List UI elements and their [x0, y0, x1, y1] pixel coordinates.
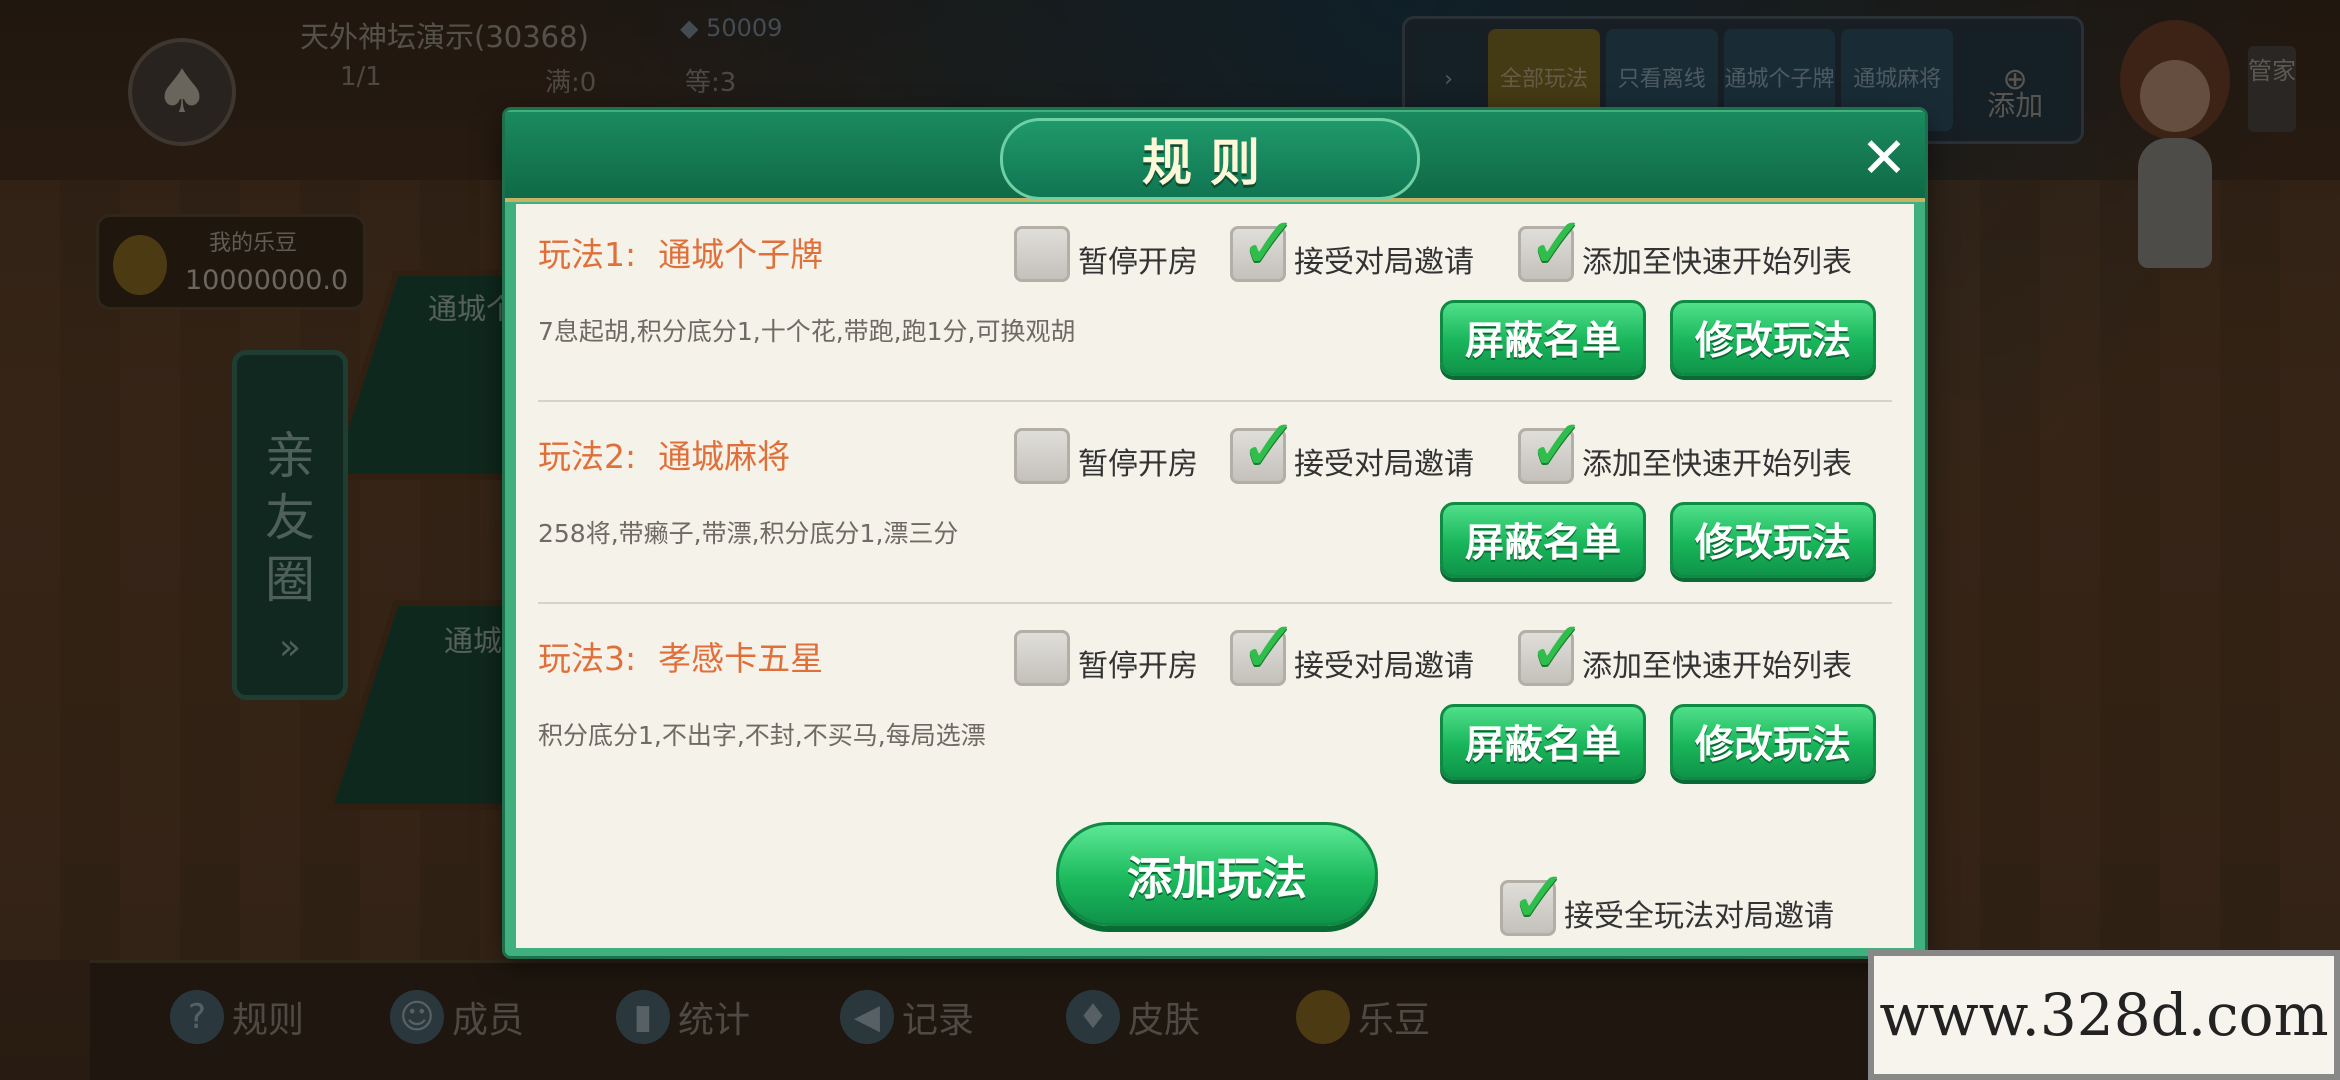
checkmark-icon: ✓ — [1527, 201, 1588, 285]
rule-description: 积分底分1,不出字,不封,不买马,每局选漂 — [538, 721, 986, 750]
modal-title: 规则 — [1142, 134, 1278, 192]
modal-body: 玩法1: 通城个子牌 暂停开房 ✓ 接受对局邀请 ✓ 添加至快速开始列表 7息起胡… — [516, 204, 1914, 948]
rule-game-name: 通城麻将 — [658, 437, 791, 476]
checkbox-box[interactable]: ✓ — [1500, 861, 1569, 936]
accept-invite-checkbox[interactable]: ✓ 接受对局邀请 — [1230, 207, 1474, 282]
rule-title: 玩法2: 通城麻将 — [538, 430, 790, 478]
checkbox-box[interactable]: ✓ — [1230, 409, 1299, 484]
quick-start-label: 添加至快速开始列表 — [1582, 245, 1852, 280]
edit-rule-button[interactable]: 修改玩法 — [1670, 704, 1876, 780]
edit-rule-button[interactable]: 修改玩法 — [1670, 502, 1876, 578]
quick-start-checkbox[interactable]: ✓ 添加至快速开始列表 — [1518, 611, 1852, 686]
divider — [538, 400, 1892, 402]
pause-room-checkbox[interactable]: 暂停开房 — [1014, 428, 1198, 484]
checkmark-icon: ✓ — [1239, 201, 1300, 285]
pause-room-checkbox[interactable]: 暂停开房 — [1014, 226, 1198, 282]
accept-all-invite-label: 接受全玩法对局邀请 — [1564, 899, 1834, 934]
accept-invite-label: 接受对局邀请 — [1294, 447, 1474, 482]
checkmark-icon: ✓ — [1509, 855, 1570, 939]
divider — [538, 602, 1892, 604]
rule-game-name: 通城个子牌 — [658, 235, 824, 274]
rule-index: 玩法2: — [538, 437, 637, 476]
rule-index: 玩法1: — [538, 235, 637, 274]
checkbox-box[interactable]: ✓ — [1518, 207, 1587, 282]
accept-invite-checkbox[interactable]: ✓ 接受对局邀请 — [1230, 611, 1474, 686]
edit-rule-button[interactable]: 修改玩法 — [1670, 300, 1876, 376]
close-icon: ✕ — [1860, 125, 1908, 191]
add-rule-button[interactable]: 添加玩法 — [1056, 822, 1378, 926]
block-list-button[interactable]: 屏蔽名单 — [1440, 502, 1646, 578]
checkbox-box[interactable]: ✓ — [1230, 611, 1299, 686]
checkbox-box[interactable]: ✓ — [1518, 611, 1587, 686]
pause-room-checkbox[interactable]: 暂停开房 — [1014, 630, 1198, 686]
quick-start-checkbox[interactable]: ✓ 添加至快速开始列表 — [1518, 207, 1852, 282]
accept-invite-label: 接受对局邀请 — [1294, 245, 1474, 280]
rule-description: 258将,带癞子,带漂,积分底分1,漂三分 — [538, 519, 959, 548]
rule-game-name: 孝感卡五星 — [658, 639, 824, 678]
checkbox-box[interactable]: ✓ — [1230, 207, 1299, 282]
checkbox-box[interactable] — [1014, 226, 1070, 282]
checkmark-icon: ✓ — [1239, 605, 1300, 689]
quick-start-checkbox[interactable]: ✓ 添加至快速开始列表 — [1518, 409, 1852, 484]
rule-item: 玩法3: 孝感卡五星 暂停开房 ✓ 接受对局邀请 ✓ 添加至快速开始列表 积分底分… — [516, 608, 1914, 808]
pause-room-label: 暂停开房 — [1078, 245, 1198, 280]
block-list-button[interactable]: 屏蔽名单 — [1440, 704, 1646, 780]
quick-start-label: 添加至快速开始列表 — [1582, 649, 1852, 684]
rule-item: 玩法2: 通城麻将 暂停开房 ✓ 接受对局邀请 ✓ 添加至快速开始列表 258将,… — [516, 406, 1914, 606]
rule-title: 玩法3: 孝感卡五星 — [538, 632, 823, 680]
checkmark-icon: ✓ — [1239, 403, 1300, 487]
quick-start-label: 添加至快速开始列表 — [1582, 447, 1852, 482]
block-list-button[interactable]: 屏蔽名单 — [1440, 300, 1646, 376]
rule-index: 玩法3: — [538, 639, 637, 678]
rule-description: 7息起胡,积分底分1,十个花,带跑,跑1分,可换观胡 — [538, 317, 1076, 346]
rule-item: 玩法1: 通城个子牌 暂停开房 ✓ 接受对局邀请 ✓ 添加至快速开始列表 7息起胡… — [516, 204, 1914, 404]
checkbox-box[interactable] — [1014, 428, 1070, 484]
checkmark-icon: ✓ — [1527, 403, 1588, 487]
rule-title: 玩法1: 通城个子牌 — [538, 228, 823, 276]
accept-invite-label: 接受对局邀请 — [1294, 649, 1474, 684]
close-button[interactable]: ✕ — [1844, 118, 1924, 198]
checkbox-box[interactable]: ✓ — [1518, 409, 1587, 484]
checkbox-box[interactable] — [1014, 630, 1070, 686]
accept-invite-checkbox[interactable]: ✓ 接受对局邀请 — [1230, 409, 1474, 484]
pause-room-label: 暂停开房 — [1078, 447, 1198, 482]
watermark: www.328d.com — [1868, 950, 2340, 1080]
title-ribbon: 规则 — [1000, 118, 1420, 200]
accept-all-invite-checkbox[interactable]: ✓ 接受全玩法对局邀请 — [1500, 861, 1834, 936]
checkmark-icon: ✓ — [1527, 605, 1588, 689]
pause-room-label: 暂停开房 — [1078, 649, 1198, 684]
